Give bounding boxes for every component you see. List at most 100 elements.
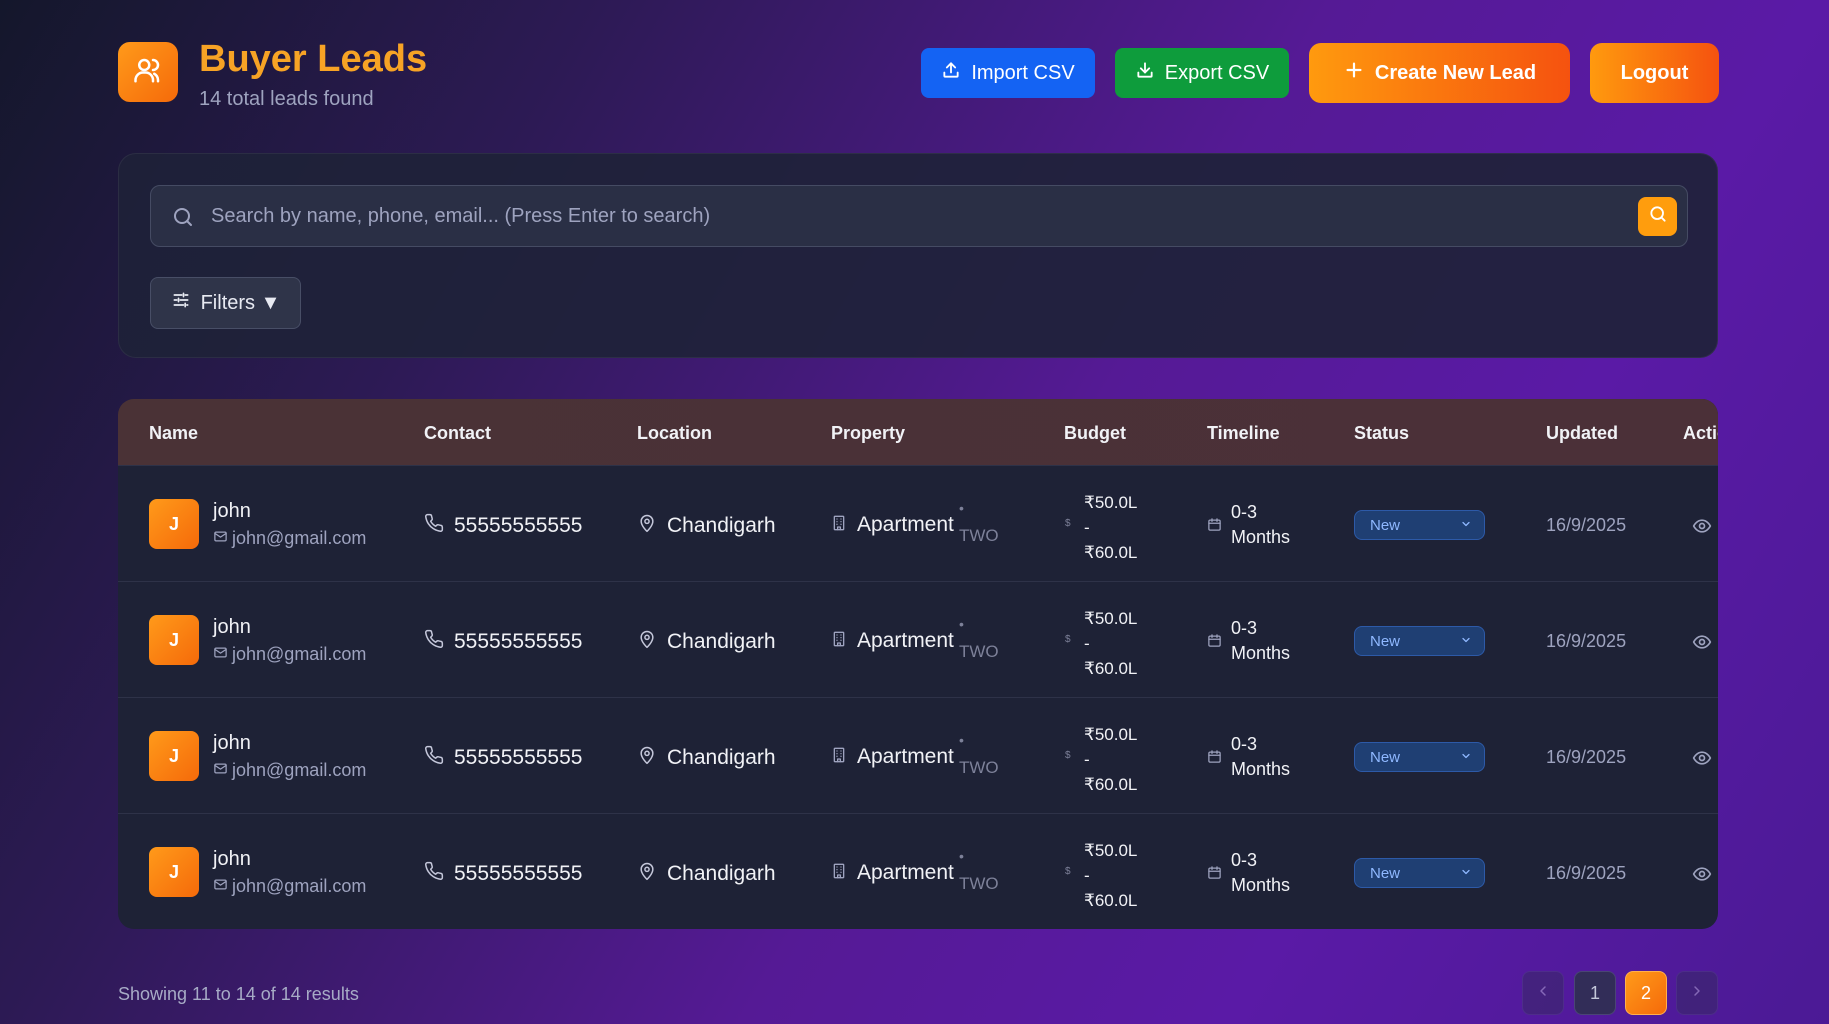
page-title: Buyer Leads (199, 38, 428, 80)
dollar-icon: $ (1065, 518, 1071, 529)
table-row[interactable]: J john john@gmail.com 55555555555 Chandi… (118, 813, 1718, 929)
chevron-down-icon (1460, 633, 1472, 650)
calendar-icon (1207, 517, 1222, 537)
status-select[interactable]: New (1354, 510, 1485, 540)
lead-timeline: 0-3 Months (1231, 500, 1290, 550)
lead-timeline: 0-3 Months (1231, 616, 1290, 666)
dollar-icon: $ (1065, 866, 1071, 877)
calendar-icon (1207, 749, 1222, 769)
next-page-button[interactable] (1676, 971, 1718, 1015)
import-csv-label: Import CSV (971, 61, 1075, 84)
timeline-range: 0-3 (1231, 850, 1258, 870)
lead-budget: ₹50.0L - ₹60.0L (1084, 606, 1137, 681)
lead-email: john@gmail.com (213, 644, 366, 665)
budget-max: ₹60.0L (1084, 659, 1138, 678)
lead-timeline: 0-3 Months (1231, 732, 1290, 782)
budget-separator: - (1084, 866, 1090, 885)
logout-button[interactable]: Logout (1590, 43, 1719, 103)
page-button-1[interactable]: 1 (1574, 971, 1616, 1015)
status-value: New (1370, 632, 1401, 650)
users-icon (133, 55, 163, 90)
lead-email: john@gmail.com (213, 876, 366, 897)
sliders-icon (171, 290, 191, 316)
phone-icon (424, 745, 444, 771)
timeline-range: 0-3 (1231, 618, 1258, 638)
status-select[interactable]: New (1354, 858, 1485, 888)
search-submit-button[interactable] (1638, 197, 1677, 236)
column-header-budget[interactable]: Budget (1064, 423, 1126, 444)
column-header-status[interactable]: Status (1354, 423, 1409, 444)
prev-page-button[interactable] (1522, 971, 1564, 1015)
column-header-updated[interactable]: Updated (1546, 423, 1618, 444)
budget-separator: - (1084, 634, 1090, 653)
create-lead-label: Create New Lead (1374, 61, 1537, 84)
phone-icon (424, 513, 444, 539)
lead-bhk: TWO (959, 642, 999, 661)
create-lead-button[interactable]: Create New Lead (1309, 43, 1570, 103)
leads-count: 14 total leads found (199, 88, 374, 110)
lead-bhk: TWO (959, 526, 999, 545)
column-header-location[interactable]: Location (637, 423, 712, 444)
status-value: New (1370, 864, 1401, 882)
column-header-contact[interactable]: Contact (424, 423, 491, 444)
column-header-actions[interactable]: Actions (1683, 423, 1718, 444)
lead-email-text: john@gmail.com (232, 644, 367, 664)
lead-location: Chandigarh (637, 513, 776, 539)
leads-table: Name Contact Location Property Budget Ti… (118, 399, 1718, 929)
import-csv-button[interactable]: Import CSV (921, 48, 1095, 98)
budget-separator: - (1084, 518, 1090, 537)
status-select[interactable]: New (1354, 626, 1485, 656)
building-icon (831, 861, 847, 885)
lead-updated: 16/9/2025 (1546, 863, 1627, 883)
dollar-icon: $ (1065, 750, 1071, 761)
page-button-2[interactable]: 2 (1625, 971, 1667, 1015)
mail-icon (213, 760, 228, 781)
search-panel: Filters ▼ (118, 153, 1718, 358)
map-pin-icon (637, 629, 657, 655)
upload-icon (941, 60, 961, 86)
lead-budget: ₹50.0L - ₹60.0L (1084, 838, 1137, 913)
separator-dot: • (959, 616, 964, 632)
filters-button[interactable]: Filters ▼ (150, 277, 301, 329)
search-input[interactable] (211, 198, 1591, 234)
eye-icon[interactable] (1692, 748, 1712, 773)
lead-name: john (213, 500, 251, 522)
lead-updated: 16/9/2025 (1546, 631, 1627, 651)
table-row[interactable]: J john john@gmail.com 55555555555 Chandi… (118, 465, 1718, 581)
lead-contact: 55555555555 (424, 629, 582, 655)
budget-min: ₹50.0L (1084, 609, 1138, 628)
status-value: New (1370, 748, 1401, 766)
column-header-property[interactable]: Property (831, 423, 905, 444)
lead-location: Chandigarh (637, 629, 776, 655)
chevron-down-icon (1460, 749, 1472, 766)
lead-phone: 55555555555 (454, 746, 583, 769)
search-icon (1648, 204, 1668, 229)
budget-max: ₹60.0L (1084, 543, 1138, 562)
eye-icon[interactable] (1692, 864, 1712, 889)
budget-min: ₹50.0L (1084, 493, 1138, 512)
lead-city: Chandigarh (667, 746, 776, 769)
eye-icon[interactable] (1692, 632, 1712, 657)
eye-icon[interactable] (1692, 516, 1712, 541)
timeline-range: 0-3 (1231, 734, 1258, 754)
lead-city: Chandigarh (667, 514, 776, 537)
timeline-unit: Months (1231, 759, 1291, 779)
export-csv-button[interactable]: Export CSV (1115, 48, 1289, 98)
building-icon (831, 629, 847, 653)
budget-max: ₹60.0L (1084, 891, 1138, 910)
lead-property: Apartment (831, 629, 954, 653)
table-row[interactable]: J john john@gmail.com 55555555555 Chandi… (118, 581, 1718, 697)
lead-contact: 55555555555 (424, 745, 582, 771)
table-row[interactable]: J john john@gmail.com 55555555555 Chandi… (118, 697, 1718, 813)
chevron-right-icon (1689, 983, 1705, 1004)
lead-phone: 55555555555 (454, 630, 583, 653)
column-header-name[interactable]: Name (149, 423, 198, 444)
avatar: J (149, 731, 199, 781)
status-select[interactable]: New (1354, 742, 1485, 772)
phone-icon (424, 861, 444, 887)
chevron-left-icon (1535, 983, 1551, 1004)
lead-budget: ₹50.0L - ₹60.0L (1084, 722, 1137, 797)
chevron-down-icon (1460, 865, 1472, 882)
timeline-range: 0-3 (1231, 502, 1258, 522)
column-header-timeline[interactable]: Timeline (1207, 423, 1280, 444)
